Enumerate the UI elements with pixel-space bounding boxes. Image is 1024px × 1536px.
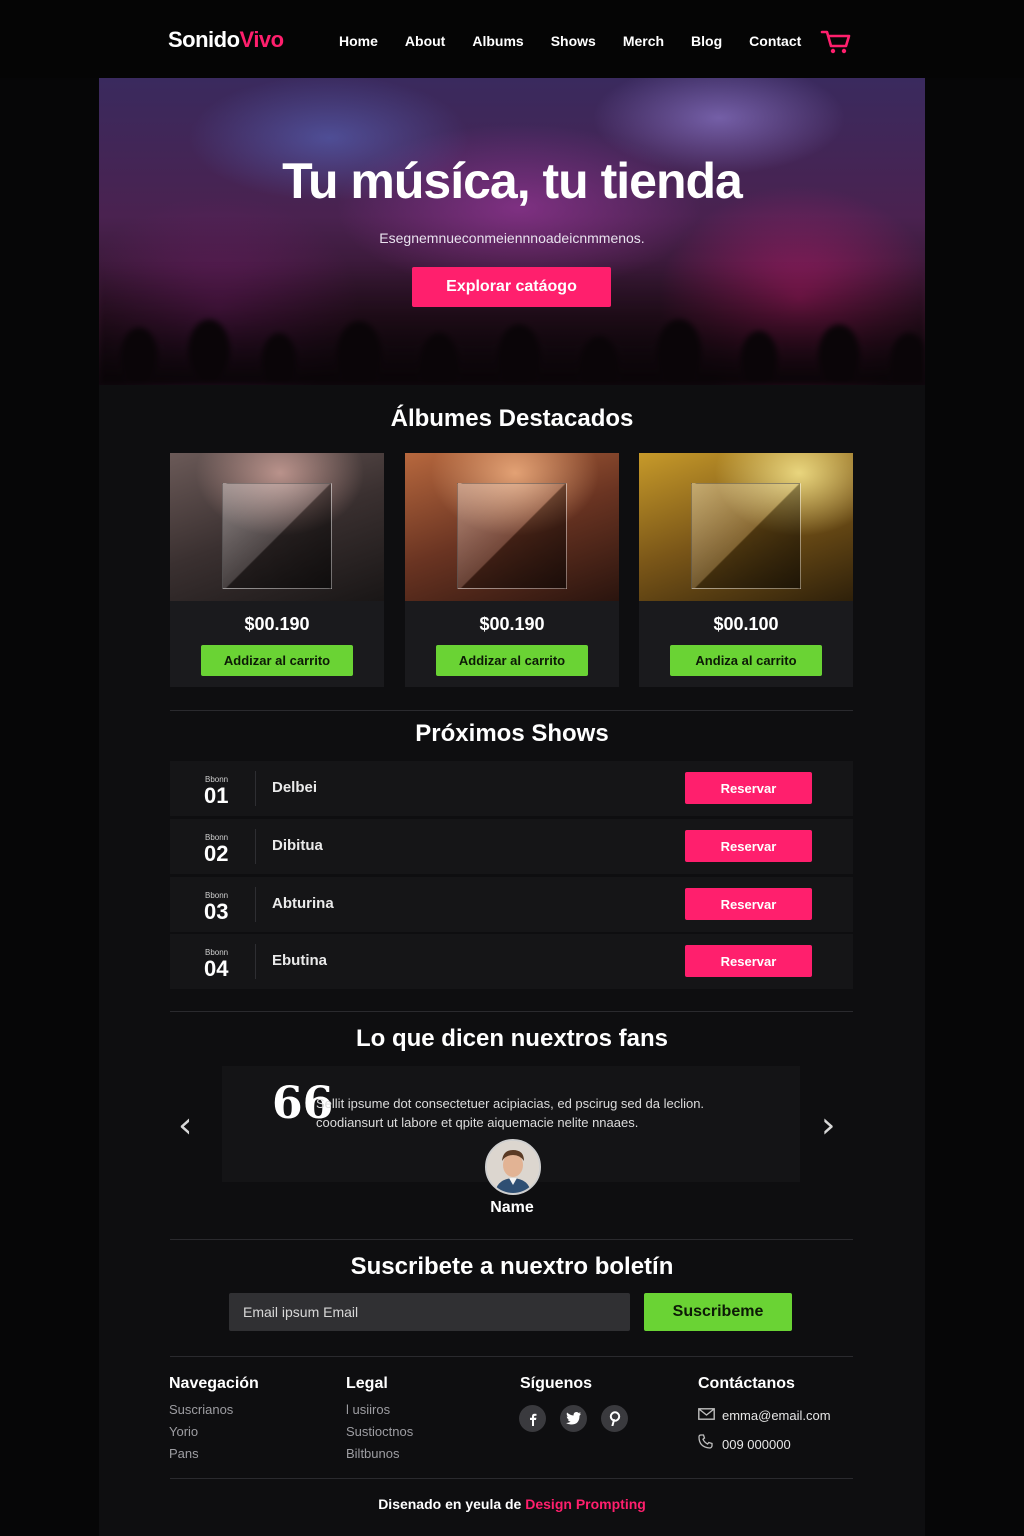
section-divider <box>170 710 853 711</box>
albums-title: Álbumes Destacados <box>390 405 634 432</box>
footer-nav-link[interactable]: Suscrianos <box>169 1402 233 1417</box>
footer-legal-link[interactable]: l usiiros <box>346 1402 390 1417</box>
reserve-button[interactable]: Reservar <box>685 945 812 977</box>
album-cover-image[interactable] <box>405 453 619 601</box>
facebook-icon[interactable] <box>519 1405 546 1432</box>
album-price: $00.100 <box>713 614 779 634</box>
album-card: $00.190 Addizar al carrito <box>170 453 384 687</box>
contact-email[interactable]: emma@email.com <box>698 1408 831 1423</box>
album-cover-square <box>457 483 567 589</box>
nav-contact[interactable]: Contact <box>749 33 801 49</box>
credit-prefix: Disenado en yeula de <box>378 1496 522 1512</box>
chevron-left-icon[interactable]: ‹ <box>178 1108 192 1144</box>
hero-banner: Tu músíca, tu tienda Esegnemnueconmeienn… <box>99 78 925 385</box>
footer-legal-link[interactable]: Biltbunos <box>346 1446 399 1461</box>
show-row: Bbonn 03 Abturina Reservar <box>170 877 853 932</box>
shows-title: Próximos Shows <box>415 720 609 747</box>
footer-nav-title: Navegación <box>169 1375 259 1392</box>
nav-menu: Home About Albums Shows Merch Blog Conta… <box>339 33 828 49</box>
reserve-button[interactable]: Reservar <box>685 772 812 804</box>
testimonial-name: Name <box>490 1199 534 1216</box>
hero-title: Tu músíca, tu tienda <box>282 153 743 209</box>
nav-home[interactable]: Home <box>339 33 378 49</box>
footer-credit: Disenado en yeula de Design Prompting <box>0 1496 1024 1512</box>
show-name: Ebutina <box>272 952 327 969</box>
show-number: 01 <box>204 783 229 808</box>
hero-subtitle: Esegnemnueconmeiennnoadeicnmmenos. <box>379 230 645 246</box>
testimonial-text: Sellit ipsume dot consectetuer acipiacia… <box>316 1096 705 1130</box>
phone-icon <box>698 1434 716 1452</box>
avatar <box>485 1139 541 1195</box>
add-to-cart-button[interactable]: Addizar al carrito <box>436 645 588 676</box>
section-divider <box>170 1478 853 1479</box>
show-number: 02 <box>204 841 229 866</box>
contact-email-text: emma@email.com <box>722 1408 831 1423</box>
show-name: Dibitua <box>272 837 323 854</box>
footer-legal-title: Legal <box>346 1375 388 1392</box>
footer-nav-link[interactable]: Pans <box>169 1446 199 1461</box>
testimonials-title: Lo que dicen nuextros fans <box>355 1025 669 1052</box>
album-cover-image[interactable] <box>639 453 853 601</box>
show-separator <box>255 944 256 979</box>
show-row: Bbonn 04 Ebutina Reservar <box>170 934 853 989</box>
subscribe-button[interactable]: Suscribeme <box>644 1293 792 1331</box>
album-card: $00.190 Addizar al carrito <box>405 453 619 687</box>
logo-part-1: Sonido <box>168 27 240 52</box>
reserve-button[interactable]: Reservar <box>685 888 812 920</box>
section-divider <box>170 1356 853 1357</box>
show-separator <box>255 771 256 806</box>
nav-blog[interactable]: Blog <box>691 33 722 49</box>
show-separator <box>255 887 256 922</box>
album-cover-square <box>222 483 332 589</box>
footer-social-title: Síguenos <box>520 1375 593 1392</box>
twitter-icon[interactable] <box>560 1405 587 1432</box>
album-cover-image[interactable] <box>170 453 384 601</box>
mail-icon <box>698 1408 716 1423</box>
footer-legal-link[interactable]: Sustioctnos <box>346 1424 413 1439</box>
album-price: $00.190 <box>479 614 545 634</box>
contact-phone[interactable]: 009 000000 <box>698 1434 791 1452</box>
album-price: $00.190 <box>244 614 310 634</box>
show-row: Bbonn 01 Delbei Reservar <box>170 761 853 816</box>
reserve-button[interactable]: Reservar <box>685 830 812 862</box>
show-number: 04 <box>204 956 229 981</box>
show-number: 03 <box>204 899 229 924</box>
album-card: $00.100 Andiza al carrito <box>639 453 853 687</box>
page: SonidoVivo Home About Albums Shows Merch… <box>0 0 1024 1536</box>
contact-phone-text: 009 000000 <box>722 1437 791 1452</box>
show-name: Abturina <box>272 895 334 912</box>
show-row: Bbonn 02 Dibitua Reservar <box>170 819 853 874</box>
cart-icon[interactable] <box>820 28 852 56</box>
newsletter-title: Suscribete a nuextro boletín <box>350 1253 674 1280</box>
section-divider <box>170 1011 853 1012</box>
footer-contact-title: Contáctanos <box>698 1375 795 1392</box>
nav-merch[interactable]: Merch <box>623 33 664 49</box>
add-to-cart-button[interactable]: Andiza al carrito <box>670 645 822 676</box>
show-separator <box>255 829 256 864</box>
logo[interactable]: SonidoVivo <box>168 27 284 53</box>
nav-shows[interactable]: Shows <box>551 33 596 49</box>
nav-albums[interactable]: Albums <box>472 33 523 49</box>
email-input[interactable] <box>229 1293 630 1331</box>
chevron-right-icon[interactable]: › <box>821 1108 835 1144</box>
show-name: Delbei <box>272 779 318 796</box>
section-divider <box>170 1239 853 1240</box>
credit-link[interactable]: Design Prompting <box>525 1496 646 1512</box>
add-to-cart-button[interactable]: Addizar al carrito <box>201 645 353 676</box>
top-nav: SonidoVivo Home About Albums Shows Merch… <box>0 0 1024 78</box>
nav-about[interactable]: About <box>405 33 445 49</box>
logo-part-2: Vivo <box>239 27 285 52</box>
footer-nav-link[interactable]: Yorio <box>169 1424 198 1439</box>
pinterest-icon[interactable] <box>601 1405 628 1432</box>
album-cover-square <box>691 483 801 589</box>
explore-catalog-button[interactable]: Explorar catáogo <box>412 267 611 307</box>
